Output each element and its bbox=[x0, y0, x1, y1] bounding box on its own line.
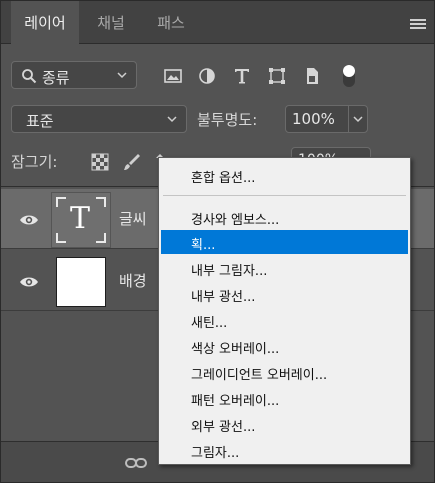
lock-image-pixels-icon[interactable] bbox=[123, 153, 141, 171]
menu-item-bevel-emboss[interactable]: 경사와 엠보스... bbox=[161, 205, 408, 229]
menu-item-inner-shadow[interactable]: 내부 그림자... bbox=[161, 256, 408, 280]
layer-name[interactable]: 글씨 bbox=[119, 208, 147, 229]
menu-separator bbox=[163, 195, 406, 196]
filter-kind-select[interactable]: 종류 bbox=[11, 61, 137, 89]
filter-toggle-icon[interactable] bbox=[341, 63, 357, 89]
visibility-eye-icon[interactable] bbox=[19, 213, 39, 227]
panel-tab-bar: 레이어 채널 패스 bbox=[1, 1, 434, 44]
layer-filter-row: 종류 bbox=[11, 61, 426, 91]
menu-item-blending-options[interactable]: 혼합 옵션... bbox=[161, 163, 408, 187]
visibility-eye-icon[interactable] bbox=[19, 275, 39, 289]
layer-name[interactable]: 배경 bbox=[119, 270, 147, 291]
layer-style-context-menu: 혼합 옵션... 경사와 엠보스... 획... 내부 그림자... 내부 광선… bbox=[158, 157, 411, 465]
menu-item-pattern-overlay[interactable]: 패턴 오버레이... bbox=[161, 386, 408, 410]
chevron-down-icon bbox=[353, 116, 363, 123]
lock-label: 잠그기: bbox=[11, 153, 58, 171]
tab-channels[interactable]: 채널 bbox=[83, 1, 139, 44]
opacity-dropdown-button[interactable] bbox=[348, 105, 368, 133]
menu-item-outer-glow[interactable]: 외부 광선... bbox=[161, 412, 408, 436]
smart-object-filter-icon[interactable] bbox=[302, 66, 322, 86]
link-layers-icon[interactable] bbox=[125, 456, 147, 470]
lock-transparency-icon[interactable] bbox=[91, 153, 109, 171]
layers-panel: 레이어 채널 패스 종류 표준 불투명도: 100% 잠그기: T 글씨 배경 … bbox=[0, 0, 435, 483]
filter-kind-value: 종류 bbox=[42, 69, 70, 87]
blend-mode-select[interactable]: 표준 bbox=[11, 105, 187, 133]
shape-filter-icon[interactable] bbox=[267, 66, 287, 86]
panel-menu-icon[interactable] bbox=[410, 19, 426, 31]
tab-paths[interactable]: 패스 bbox=[145, 1, 197, 44]
menu-item-stroke[interactable]: 획... bbox=[161, 230, 408, 254]
menu-item-color-overlay[interactable]: 색상 오버레이... bbox=[161, 334, 408, 358]
chevron-down-icon bbox=[117, 72, 127, 79]
background-layer-thumbnail bbox=[56, 257, 106, 307]
type-filter-icon[interactable] bbox=[232, 66, 252, 86]
chevron-down-icon bbox=[167, 116, 177, 123]
menu-item-gradient-overlay[interactable]: 그레이디언트 오버레이... bbox=[161, 360, 408, 384]
search-icon bbox=[22, 69, 37, 84]
blend-mode-value: 표준 bbox=[26, 112, 54, 130]
image-filter-icon[interactable] bbox=[163, 66, 183, 86]
menu-item-satin[interactable]: 새틴... bbox=[161, 308, 408, 332]
menu-item-inner-glow[interactable]: 내부 광선... bbox=[161, 282, 408, 306]
tab-layers[interactable]: 레이어 bbox=[11, 1, 79, 44]
blend-mode-row: 표준 불투명도: 100% bbox=[11, 105, 426, 135]
adjustment-filter-icon[interactable] bbox=[197, 66, 217, 86]
opacity-input[interactable]: 100% bbox=[285, 105, 349, 133]
text-layer-thumbnail: T bbox=[51, 192, 111, 248]
opacity-label: 불투명도: bbox=[197, 111, 258, 129]
text-layer-t-icon: T bbox=[70, 201, 91, 236]
menu-item-drop-shadow[interactable]: 그림자... bbox=[161, 438, 408, 462]
